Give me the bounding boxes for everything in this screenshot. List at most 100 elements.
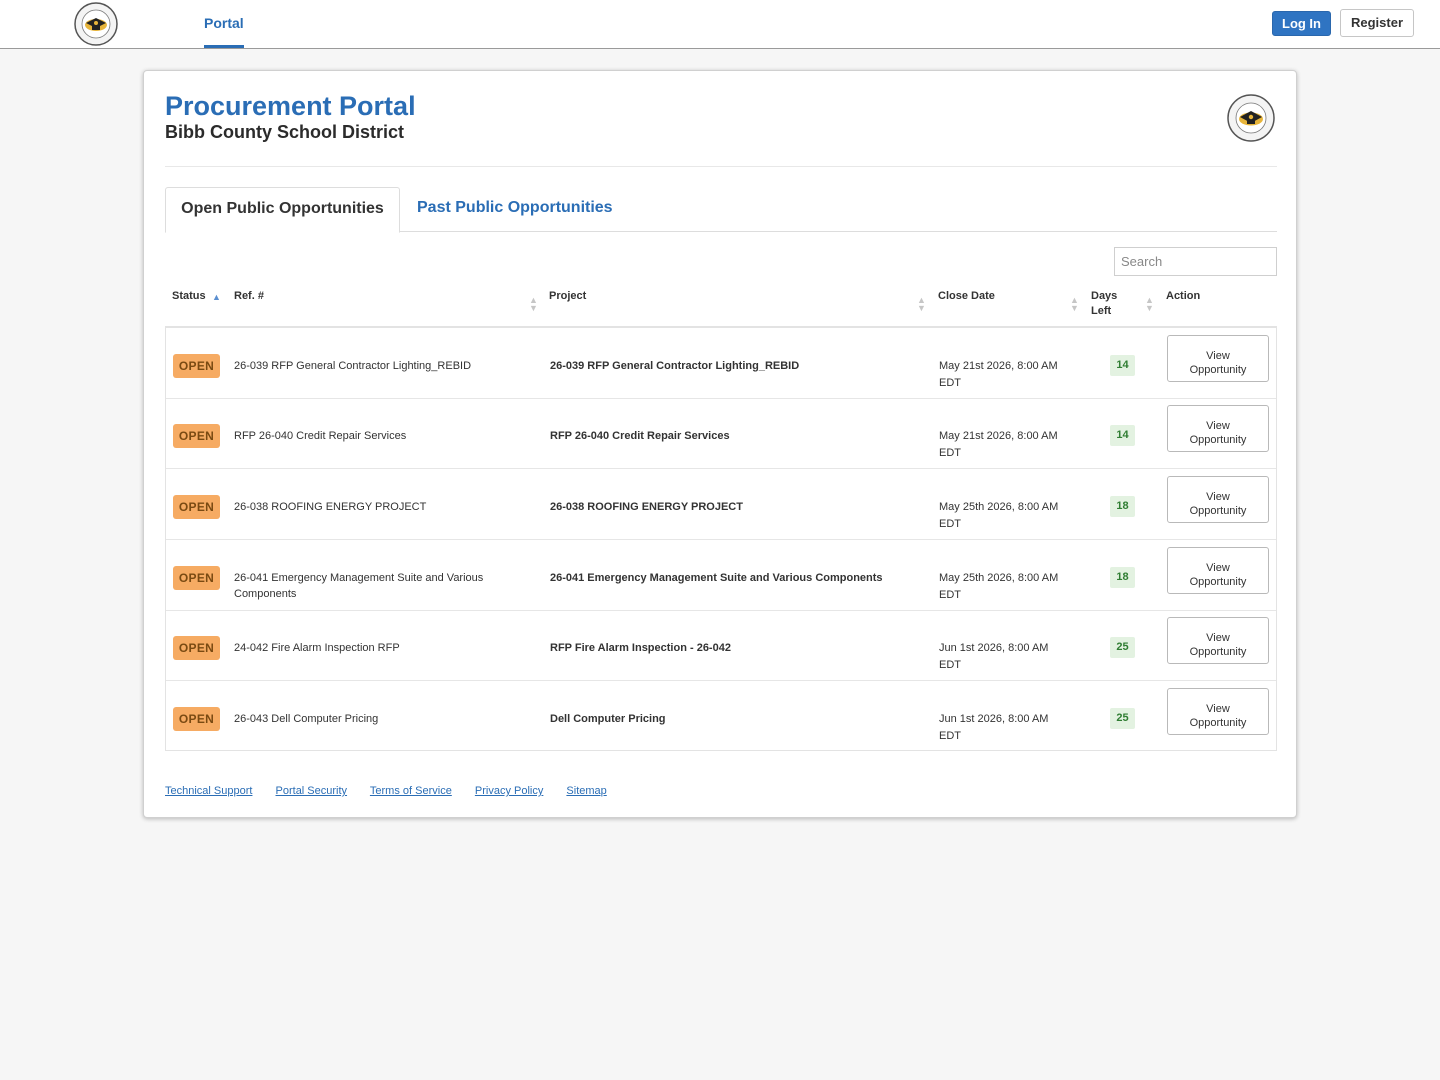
close-date-timezone: EDT	[939, 447, 961, 459]
close-date-line: Jun 1st 2026, 8:00 AM	[939, 642, 1049, 654]
close-date-timezone: EDT	[939, 730, 961, 742]
close-date: Jun 1st 2026, 8:00 AM EDT	[939, 711, 1079, 745]
table-row: OPEN 26-038 ROOFING ENERGY PROJECT 26-03…	[166, 469, 1276, 540]
close-date-line: May 25th 2026, 8:00 AM	[939, 501, 1059, 513]
days-left-badge: 18	[1110, 567, 1135, 588]
days-left-badge: 25	[1110, 637, 1135, 658]
view-label: View	[1206, 703, 1230, 715]
ref-number: 24-042 Fire Alarm Inspection RFP	[234, 642, 400, 654]
close-date-timezone: EDT	[939, 518, 961, 530]
view-opportunity-button[interactable]: View Opportunity	[1167, 476, 1269, 523]
col-header-left-label: Left	[1091, 305, 1112, 317]
view-opportunity-button[interactable]: View Opportunity	[1167, 688, 1269, 735]
footer-link-portal-security[interactable]: Portal Security	[276, 785, 348, 797]
ref-number: RFP 26-040 Credit Repair Services	[234, 430, 407, 442]
view-label: View	[1206, 562, 1230, 574]
project-name: RFP 26-040 Credit Repair Services	[550, 430, 730, 442]
table-row: OPEN 26-043 Dell Computer Pricing Dell C…	[166, 681, 1276, 752]
table-row: OPEN 24-042 Fire Alarm Inspection RFP RF…	[166, 610, 1276, 681]
footer-links: Technical Support Portal Security Terms …	[165, 785, 627, 797]
footer-link-terms-of-service[interactable]: Terms of Service	[370, 785, 452, 797]
page-title: Procurement Portal	[165, 91, 416, 121]
col-header-status-label: Status	[172, 290, 206, 302]
col-header-status[interactable]: Status	[172, 289, 206, 304]
close-date: Jun 1st 2026, 8:00 AM EDT	[939, 640, 1079, 674]
status-badge: OPEN	[173, 424, 220, 448]
footer-link-privacy-policy[interactable]: Privacy Policy	[475, 785, 543, 797]
col-header-ref[interactable]: Ref. #	[234, 289, 264, 304]
close-date: May 25th 2026, 8:00 AM EDT	[939, 570, 1079, 604]
view-opportunity-button[interactable]: View Opportunity	[1167, 405, 1269, 452]
close-date-timezone: EDT	[939, 589, 961, 601]
opportunity-label: Opportunity	[1189, 434, 1247, 446]
project-name: 26-041 Emergency Management Suite and Va…	[550, 572, 883, 584]
ref-number: 26-039 RFP General Contractor Lighting_R…	[234, 360, 472, 372]
sort-asc-icon[interactable]: ▲	[212, 292, 221, 302]
tab-open-opportunities[interactable]: Open Public Opportunities	[165, 187, 400, 233]
close-date-timezone: EDT	[939, 377, 961, 389]
project-name: Dell Computer Pricing	[550, 713, 666, 725]
sort-icon[interactable]: ▲ ▼	[1145, 296, 1154, 313]
close-date: May 25th 2026, 8:00 AM EDT	[939, 499, 1079, 533]
login-button[interactable]: Log In	[1272, 11, 1331, 36]
status-badge: OPEN	[173, 566, 220, 590]
district-logo-icon[interactable]	[72, 1, 120, 47]
status-badge: OPEN	[173, 354, 220, 378]
status-badge: OPEN	[173, 495, 220, 519]
col-header-days-left[interactable]: Days Left	[1091, 289, 1117, 319]
close-date-line: Jun 1st 2026, 8:00 AM	[939, 713, 1049, 725]
close-date-line: May 21st 2026, 8:00 AM	[939, 430, 1058, 442]
view-opportunity-button[interactable]: View Opportunity	[1167, 547, 1269, 594]
col-header-action: Action	[1166, 290, 1201, 302]
register-button[interactable]: Register	[1340, 9, 1414, 37]
days-left-badge: 25	[1110, 708, 1135, 729]
footer-link-technical-support[interactable]: Technical Support	[165, 785, 252, 797]
days-left-badge: 18	[1110, 496, 1135, 517]
project-name: 26-038 ROOFING ENERGY PROJECT	[550, 501, 743, 513]
status-badge: OPEN	[173, 636, 220, 660]
close-date-line: May 25th 2026, 8:00 AM	[939, 572, 1059, 584]
district-seal-icon	[1226, 93, 1276, 143]
sort-icon[interactable]: ▲ ▼	[529, 296, 538, 313]
project-name: 26-039 RFP General Contractor Lighting_R…	[550, 360, 800, 372]
col-header-days-label: Days	[1091, 290, 1118, 302]
view-label: View	[1206, 350, 1230, 362]
page-subtitle: Bibb County School District	[165, 122, 405, 142]
opportunities-table-body: OPEN 26-039 RFP General Contractor Light…	[165, 328, 1277, 751]
nav-tab-portal[interactable]: Portal	[204, 0, 244, 48]
close-date: May 21st 2026, 8:00 AM EDT	[939, 428, 1079, 462]
days-left-badge: 14	[1110, 355, 1135, 376]
view-opportunity-button[interactable]: View Opportunity	[1167, 335, 1269, 382]
footer-link-sitemap[interactable]: Sitemap	[566, 785, 606, 797]
tab-past-opportunities[interactable]: Past Public Opportunities	[417, 187, 613, 231]
table-row: OPEN RFP 26-040 Credit Repair Services R…	[166, 398, 1276, 469]
days-left-badge: 14	[1110, 425, 1135, 446]
close-date-line: May 21st 2026, 8:00 AM	[939, 360, 1058, 372]
col-header-close-date[interactable]: Close Date	[938, 289, 995, 304]
opportunity-label: Opportunity	[1189, 576, 1247, 588]
header-divider	[165, 166, 1277, 167]
table-row: OPEN 26-041 Emergency Management Suite a…	[166, 540, 1276, 611]
opportunity-label: Opportunity	[1189, 646, 1247, 658]
opportunity-label: Opportunity	[1189, 717, 1247, 729]
opportunity-label: Opportunity	[1189, 505, 1247, 517]
table-row: OPEN 26-039 RFP General Contractor Light…	[166, 328, 1276, 399]
project-name: RFP Fire Alarm Inspection - 26-042	[550, 642, 731, 654]
view-label: View	[1206, 420, 1230, 432]
col-header-project[interactable]: Project	[549, 289, 586, 304]
portal-card: Procurement Portal Bibb County School Di…	[143, 70, 1297, 818]
close-date-timezone: EDT	[939, 659, 961, 671]
ref-number: 26-043 Dell Computer Pricing	[234, 713, 379, 725]
sort-icon[interactable]: ▲ ▼	[1070, 296, 1079, 313]
opportunity-label: Opportunity	[1189, 364, 1247, 376]
search-input[interactable]	[1114, 247, 1277, 276]
view-label: View	[1206, 632, 1230, 644]
top-navbar: Portal Log In Register	[0, 0, 1440, 49]
ref-number: 26-041 Emergency Management Suite and Va…	[234, 572, 484, 600]
close-date: May 21st 2026, 8:00 AM EDT	[939, 358, 1079, 392]
view-label: View	[1206, 491, 1230, 503]
view-opportunity-button[interactable]: View Opportunity	[1167, 617, 1269, 664]
sort-icon[interactable]: ▲ ▼	[917, 296, 926, 313]
status-badge: OPEN	[173, 707, 220, 731]
ref-number: 26-038 ROOFING ENERGY PROJECT	[234, 501, 427, 513]
